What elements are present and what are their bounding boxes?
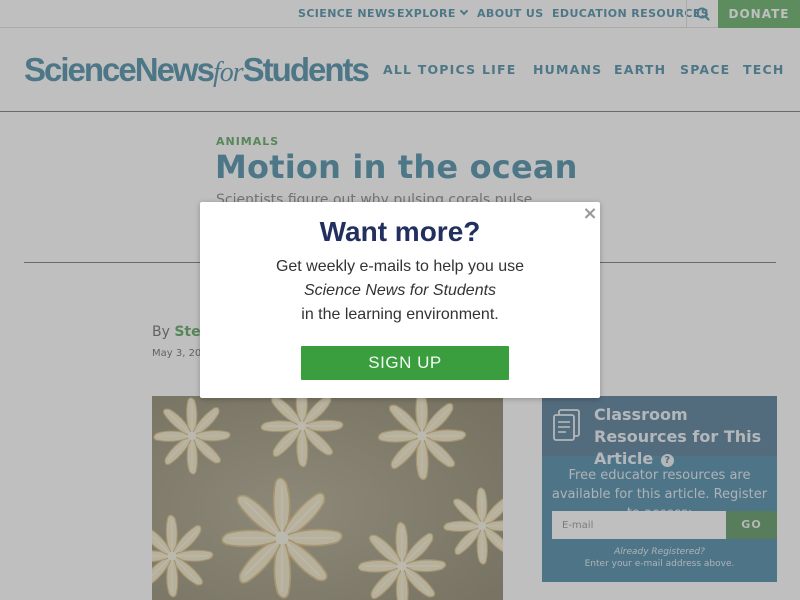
modal-text-line-2: Science News for Students: [303, 282, 497, 299]
modal-title: Want more?: [319, 216, 481, 247]
modal-text-line-3: in the learning environment.: [301, 306, 499, 323]
modal-text-line-1: Get weekly e-mails to help you use: [275, 258, 525, 275]
newsletter-modal: × Want more? Get weekly e-mails to help …: [200, 202, 600, 398]
sign-up-button[interactable]: SIGN UP: [301, 346, 509, 380]
